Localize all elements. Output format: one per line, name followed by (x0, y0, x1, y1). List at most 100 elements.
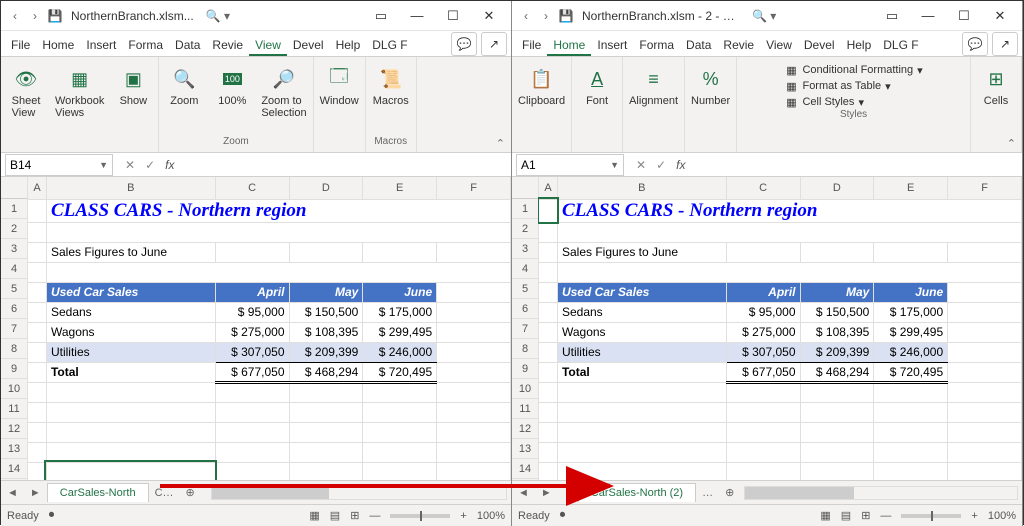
zoom-100-button[interactable]: 100100% (213, 65, 251, 107)
col-header[interactable]: F (437, 177, 511, 199)
tab-home[interactable]: Home (547, 34, 591, 56)
tab-dlg[interactable]: DLG F (366, 34, 413, 56)
horizontal-scrollbar[interactable] (744, 486, 1018, 500)
maximize-icon[interactable]: ☐ (946, 8, 982, 24)
forward-icon[interactable]: › (25, 9, 45, 23)
tab-data[interactable]: Data (680, 34, 717, 56)
maximize-icon[interactable]: ☐ (435, 8, 471, 24)
save-icon[interactable]: 💾 (45, 9, 65, 23)
fx-icon[interactable]: fx (165, 158, 174, 172)
col-header[interactable]: B (557, 177, 726, 199)
tab-review[interactable]: Revie (717, 34, 760, 56)
search-icon[interactable]: 🔍 ▾ (200, 9, 236, 23)
horizontal-scrollbar[interactable] (211, 486, 507, 500)
col-header[interactable]: A (28, 177, 47, 199)
col-header[interactable]: F (948, 177, 1022, 199)
save-icon[interactable]: 💾 (556, 9, 576, 23)
format-as-table-button[interactable]: ▦Format as Table ▾ (784, 79, 922, 93)
sheet-title[interactable]: CLASS CARS - Northern region (46, 199, 510, 222)
close-icon[interactable]: ✕ (471, 8, 507, 24)
col-header[interactable]: E (874, 177, 948, 199)
tab-scroll-right-icon[interactable]: ► (535, 487, 558, 499)
search-icon[interactable]: 🔍 ▾ (746, 9, 782, 23)
col-header[interactable]: D (289, 177, 363, 199)
name-box-right[interactable]: A1▼ (516, 154, 624, 176)
zoom-selection-button[interactable]: 🔎Zoom to Selection (261, 65, 306, 119)
sheet-view-button[interactable]: 👁Sheet View (7, 65, 45, 119)
tab-help[interactable]: Help (841, 34, 878, 56)
subtitle[interactable]: Sales Figures to June (557, 242, 726, 262)
tab-insert[interactable]: Insert (591, 34, 633, 56)
col-header[interactable]: C (215, 177, 289, 199)
minimize-icon[interactable]: — (399, 8, 435, 23)
fx-icon[interactable]: fx (676, 158, 685, 172)
tab-home[interactable]: Home (36, 34, 80, 56)
macro-record-icon[interactable]: ⏺ (560, 509, 566, 522)
minimize-icon[interactable]: — (910, 8, 946, 23)
tab-view[interactable]: View (249, 34, 287, 56)
number-button[interactable]: %Number (691, 65, 730, 107)
accept-formula-icon[interactable]: ✓ (656, 158, 666, 172)
subtitle[interactable]: Sales Figures to June (46, 242, 215, 262)
name-box-left[interactable]: B14▼ (5, 154, 113, 176)
sheet-tab[interactable]: CarSales-North (47, 483, 149, 502)
zoom-in-icon[interactable]: + (460, 510, 466, 522)
tab-help[interactable]: Help (330, 34, 367, 56)
cancel-formula-icon[interactable]: ✕ (636, 158, 646, 172)
tab-scroll-right-icon[interactable]: ► (24, 487, 47, 499)
cancel-formula-icon[interactable]: ✕ (125, 158, 135, 172)
view-pagelayout-icon[interactable]: ▤ (330, 509, 340, 522)
sheet-title[interactable]: CLASS CARS - Northern region (557, 199, 1021, 222)
tab-data[interactable]: Data (169, 34, 206, 56)
ribbon-collapse-caret[interactable]: ⌃ (496, 137, 505, 150)
col-header[interactable]: C (726, 177, 800, 199)
new-sheet-icon[interactable]: ⊕ (719, 486, 740, 499)
share-icon[interactable]: ↗ (992, 32, 1018, 56)
chevron-down-icon[interactable]: ▼ (610, 160, 619, 170)
cell-styles-button[interactable]: ▦Cell Styles ▾ (784, 95, 922, 109)
tab-view[interactable]: View (760, 34, 798, 56)
show-button[interactable]: ▣Show (114, 65, 152, 107)
cells-button[interactable]: ⊞Cells (977, 65, 1015, 107)
macros-button[interactable]: 📜Macros (372, 65, 410, 107)
tab-insert[interactable]: Insert (80, 34, 122, 56)
chevron-down-icon[interactable]: ▼ (99, 160, 108, 170)
tab-formulas[interactable]: Forma (633, 34, 680, 56)
col-header[interactable]: D (800, 177, 874, 199)
zoom-percent[interactable]: 100% (988, 510, 1016, 522)
tab-review[interactable]: Revie (206, 34, 249, 56)
comments-icon[interactable]: 💬 (451, 32, 477, 56)
col-header[interactable]: A (539, 177, 558, 199)
tab-developer[interactable]: Devel (287, 34, 330, 56)
new-sheet-icon[interactable]: ⊕ (180, 486, 201, 499)
tab-developer[interactable]: Devel (798, 34, 841, 56)
zoom-button[interactable]: 🔍Zoom (165, 65, 203, 107)
ribbon-collapse-caret[interactable]: ⌃ (1007, 137, 1016, 150)
macro-record-icon[interactable]: ⏺ (49, 509, 55, 522)
tab-dlg[interactable]: DLG F (877, 34, 924, 56)
tab-scroll-left-icon[interactable]: ◄ (1, 487, 24, 499)
comments-icon[interactable]: 💬 (962, 32, 988, 56)
zoom-out-icon[interactable]: — (880, 510, 891, 522)
workbook-views-button[interactable]: ▦Workbook Views (55, 65, 104, 119)
view-normal-icon[interactable]: ▦ (820, 509, 830, 522)
accept-formula-icon[interactable]: ✓ (145, 158, 155, 172)
back-icon[interactable]: ‹ (516, 9, 536, 23)
close-icon[interactable]: ✕ (982, 8, 1018, 24)
tab-file[interactable]: File (516, 34, 547, 56)
ribbon-collapse-icon[interactable]: ▭ (874, 8, 910, 24)
view-pagebreak-icon[interactable]: ⊞ (861, 509, 870, 522)
tab-scroll-left-icon[interactable]: ◄ (512, 487, 535, 499)
zoom-out-icon[interactable]: — (369, 510, 380, 522)
view-pagebreak-icon[interactable]: ⊞ (350, 509, 359, 522)
ribbon-collapse-icon[interactable]: ▭ (363, 8, 399, 24)
forward-icon[interactable]: › (536, 9, 556, 23)
clipboard-button[interactable]: 📋Clipboard (518, 65, 565, 107)
font-button[interactable]: AFont (578, 65, 616, 107)
view-pagelayout-icon[interactable]: ▤ (841, 509, 851, 522)
back-icon[interactable]: ‹ (5, 9, 25, 23)
sheet-tab[interactable]: CarSales-North (2) (578, 483, 696, 502)
tab-formulas[interactable]: Forma (122, 34, 169, 56)
zoom-in-icon[interactable]: + (971, 510, 977, 522)
col-header[interactable]: E (363, 177, 437, 199)
